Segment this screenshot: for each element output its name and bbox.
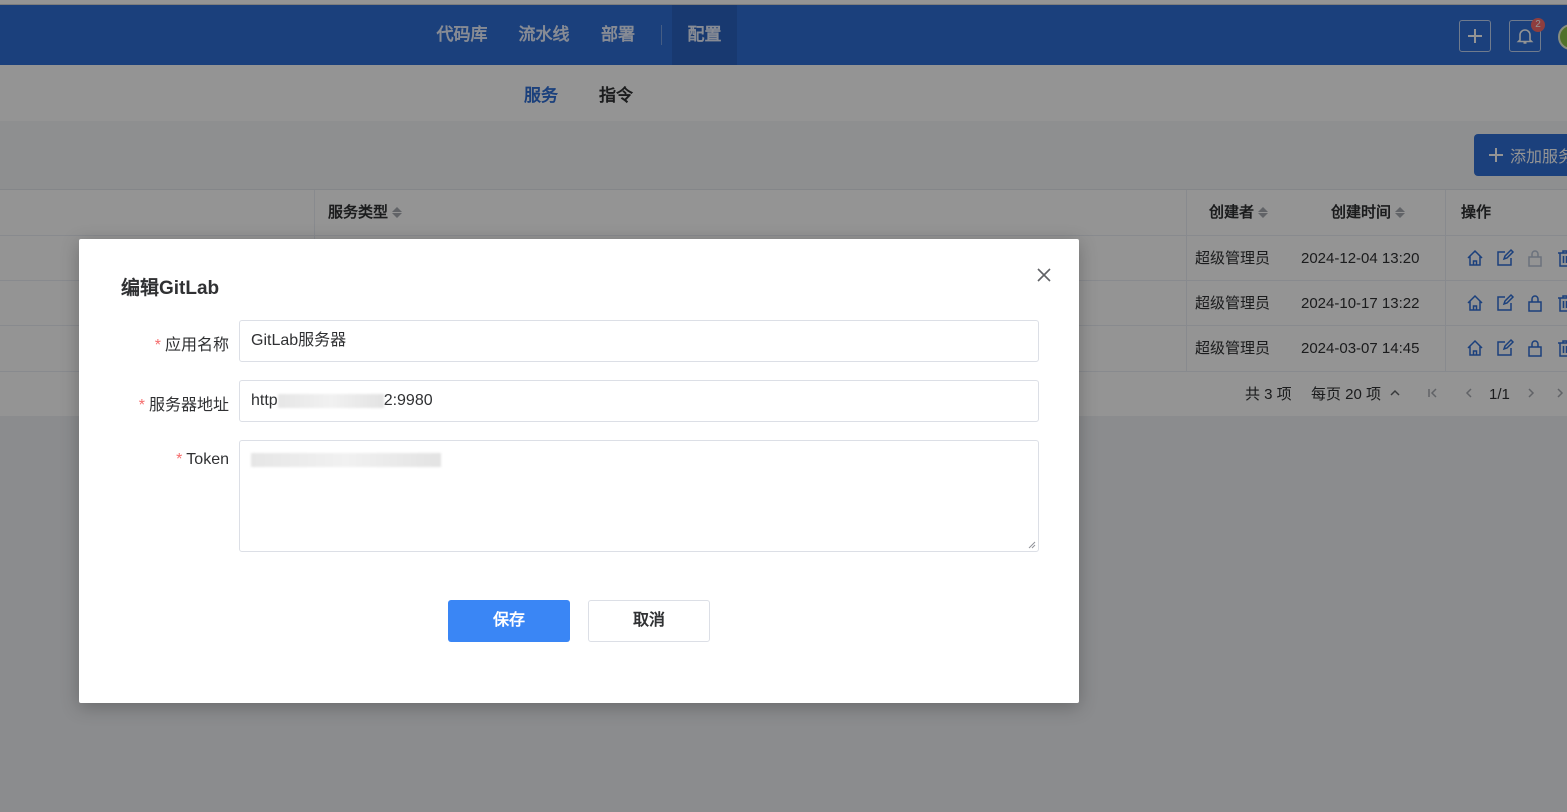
server-address-label: * 服务器地址 — [79, 391, 229, 415]
save-button[interactable]: 保存 — [448, 600, 570, 642]
required-mark: * — [138, 397, 145, 414]
required-mark: * — [176, 451, 183, 468]
server-address-prefix: http — [251, 392, 278, 409]
app-name-label: * 应用名称 — [79, 331, 229, 355]
token-label: * Token — [79, 451, 229, 469]
dialog-title: 编辑GitLab — [121, 278, 220, 299]
token-textarea[interactable] — [239, 440, 1039, 552]
app-name-input[interactable]: GitLab服务器 — [239, 320, 1039, 362]
redacted-text — [251, 452, 441, 467]
server-address-suffix: 2:9980 — [383, 392, 433, 409]
close-button[interactable] — [1034, 265, 1054, 285]
redacted-text — [277, 393, 384, 408]
cancel-button[interactable]: 取消 — [588, 600, 710, 642]
edit-gitlab-dialog: 编辑GitLab * 应用名称 GitLab服务器 * 服务器地址 http 2:99… — [79, 239, 1079, 703]
resize-handle-icon[interactable] — [1028, 541, 1036, 549]
required-mark: * — [154, 337, 161, 354]
token-label-text: Token — [186, 451, 229, 468]
server-address-label-text: 服务器地址 — [148, 397, 229, 414]
close-icon — [1037, 268, 1051, 282]
app-name-label-text: 应用名称 — [164, 337, 229, 354]
server-address-input[interactable]: http 2:9980 — [239, 380, 1039, 422]
